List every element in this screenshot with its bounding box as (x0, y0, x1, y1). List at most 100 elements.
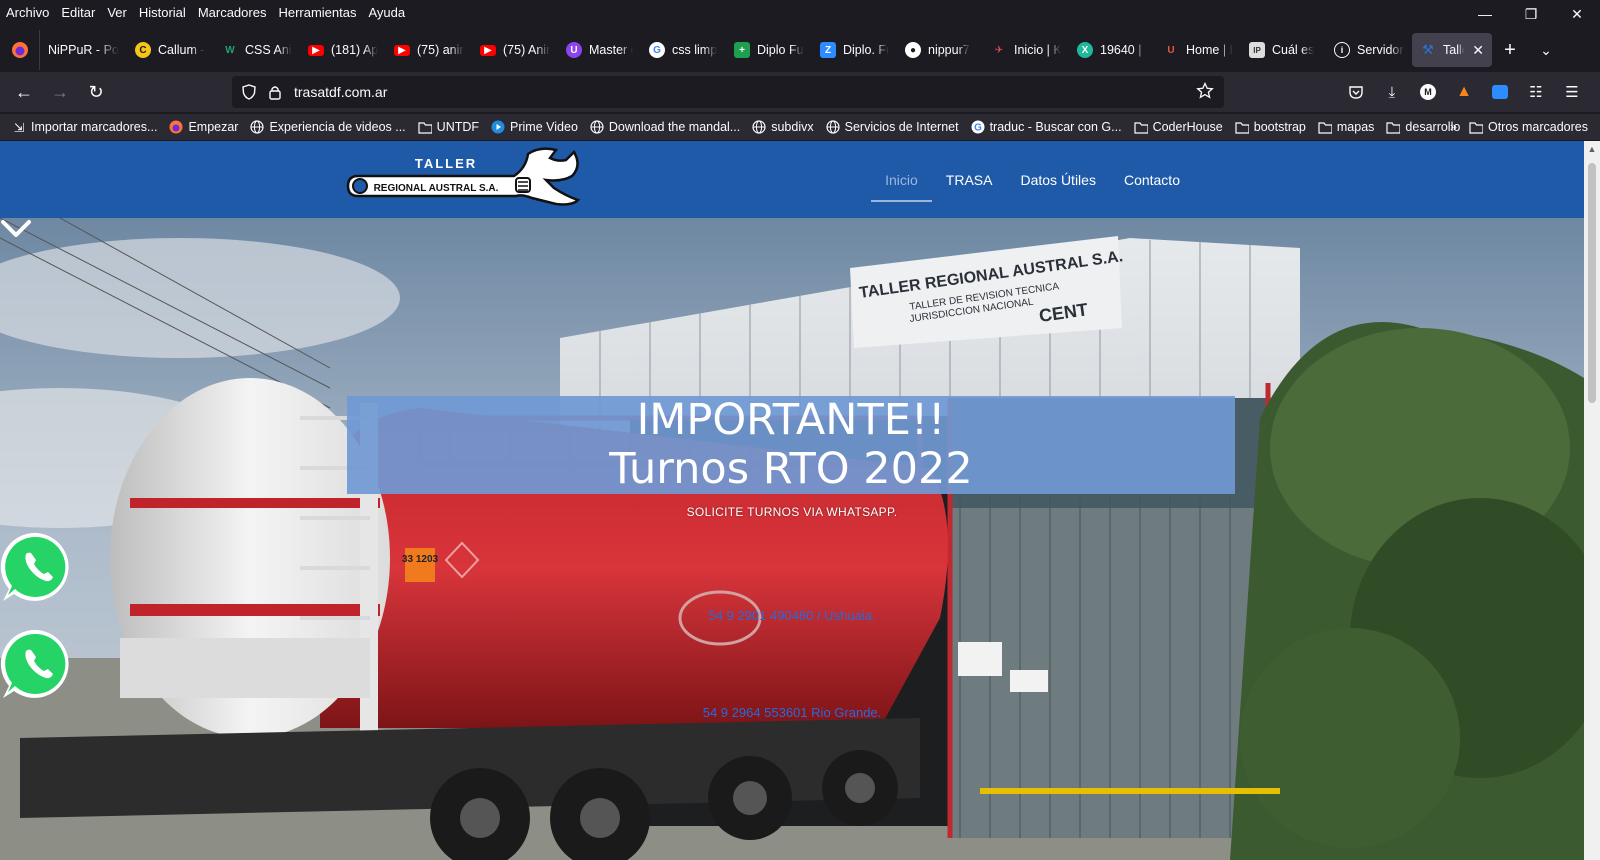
pocket-icon[interactable] (1338, 76, 1374, 108)
minimize-icon[interactable]: — (1462, 0, 1508, 28)
menu-herramientas[interactable]: Herramientas (272, 5, 362, 20)
nav-inicio[interactable]: Inicio (871, 141, 932, 218)
zoom-icon: Z (820, 42, 836, 58)
download-icon[interactable]: ⤓ (1374, 76, 1410, 108)
tab-home[interactable]: U Home | I (1155, 33, 1241, 67)
bookmark-otros[interactable]: Otros marcadores (1463, 120, 1594, 134)
video-extension-icon[interactable] (1482, 76, 1518, 108)
taller-logo[interactable]: TALLER REGIONAL AUSTRAL S.A. (346, 146, 586, 212)
folder-icon (1235, 120, 1249, 134)
tab-youtube-181[interactable]: ▶ (181) Ap (300, 33, 386, 67)
tab-github[interactable]: ● nippur7 (897, 33, 983, 67)
menu-marcadores[interactable]: Marcadores (192, 5, 273, 20)
tab-title: Diplo. Fu (843, 43, 889, 57)
bookmark-star-icon[interactable] (1196, 81, 1214, 103)
menu-ver[interactable]: Ver (101, 5, 133, 20)
tab-master[interactable]: U Master e (558, 33, 641, 67)
bookmark-subdivx[interactable]: subdivx (746, 120, 819, 134)
chevrons-right-icon[interactable]: » (1444, 120, 1463, 134)
page-scrollbar[interactable]: ▲ (1584, 141, 1600, 860)
youtube-icon: ▶ (480, 44, 496, 56)
bookmark-label: UNTDF (436, 120, 480, 134)
folder-icon (1318, 120, 1332, 134)
bookmark-servicios[interactable]: Servicios de Internet (820, 120, 965, 134)
bookmark-bootstrap[interactable]: bootstrap (1229, 120, 1312, 134)
bookmark-untdf[interactable]: UNTDF (412, 120, 485, 134)
reload-icon[interactable]: ↻ (78, 76, 114, 108)
tab-taller-active[interactable]: ⚒ Taller ✕ (1412, 33, 1492, 67)
extensions-icon[interactable]: ☷ (1518, 76, 1554, 108)
tab-title: 19640 | S (1100, 43, 1147, 57)
whatsapp-icon[interactable] (0, 627, 74, 701)
nav-datos-utiles[interactable]: Datos Útiles (1006, 141, 1109, 218)
bookmark-traduc[interactable]: Gtraduc - Buscar con G... (965, 120, 1128, 134)
bookmark-coderhouse[interactable]: CoderHouse (1128, 120, 1229, 134)
lock-icon[interactable] (262, 85, 288, 100)
firefox-view-icon[interactable] (0, 30, 40, 70)
scroll-up-icon[interactable]: ▲ (1584, 141, 1600, 157)
nav-contacto[interactable]: Contacto (1110, 141, 1194, 218)
tab-title: (181) Ap (331, 43, 378, 57)
close-window-icon[interactable]: ✕ (1554, 0, 1600, 28)
close-tab-icon[interactable]: ✕ (1472, 42, 1484, 59)
scrollbar-thumb[interactable] (1588, 163, 1596, 403)
url-text[interactable]: trasatdf.com.ar (294, 84, 387, 100)
tab-title: CSS Ani (245, 43, 292, 57)
bookmark-label: mapas (1336, 120, 1375, 134)
bookmark-label: Servicios de Internet (844, 120, 959, 134)
phone-link-ushuaia[interactable]: 54 9 2901 490480 / Ushuaia. (0, 608, 1584, 623)
restore-icon[interactable]: ❐ (1508, 0, 1554, 28)
chevron-down-icon[interactable] (0, 218, 32, 240)
logo-top-text: TALLER (415, 156, 477, 171)
menu-editar[interactable]: Editar (55, 5, 101, 20)
bookmarks-toolbar: ⇲ Importar marcadores... Empezar Experien… (0, 114, 1600, 140)
new-tab-icon[interactable]: + (1492, 33, 1528, 67)
import-icon: ⇲ (13, 120, 25, 135)
tab-nippur[interactable]: NiPPuR - Po (40, 33, 127, 67)
tab-servidor[interactable]: i Servidor (1326, 33, 1412, 67)
bookmark-label: Importar marcadores... (31, 120, 158, 134)
tab-title: Diplo Fu (757, 43, 804, 57)
tab-diplo-zoom[interactable]: Z Diplo. Fu (812, 33, 897, 67)
tab-diplo-sheets[interactable]: + Diplo Fu (726, 33, 812, 67)
metamask-icon[interactable]: ▲ (1446, 76, 1482, 108)
tab-css-ani[interactable]: W CSS Ani (214, 33, 300, 67)
tab-css-limp[interactable]: Gcss limp (641, 33, 726, 67)
bookmark-prime-video[interactable]: Prime Video (485, 120, 584, 134)
whatsapp-instruction: SOLICITE TURNOS VIA WHATSAPP. (686, 505, 898, 519)
bookmark-label: Experiencia de videos ... (269, 120, 406, 134)
tab-callum[interactable]: C Callum - (127, 33, 214, 67)
tab-cual-es[interactable]: IP Cuál es (1241, 33, 1326, 67)
tab-youtube-75b[interactable]: ▶ (75) Anir (472, 33, 558, 67)
phone-link-rio-grande[interactable]: 54 9 2964 553601 Rio Grande. (0, 705, 1584, 720)
prime-icon (491, 120, 505, 134)
nav-trasa[interactable]: TRASA (932, 141, 1007, 218)
tab-list-chevron-icon[interactable]: ⌄ (1528, 33, 1564, 67)
shield-icon[interactable] (236, 84, 262, 100)
whatsapp-icon[interactable] (0, 530, 74, 604)
back-arrow-icon[interactable]: ← (6, 76, 42, 108)
bookmark-mapas[interactable]: mapas (1312, 120, 1381, 134)
tab-inicio[interactable]: ✈ Inicio | K (983, 33, 1069, 67)
menu-ayuda[interactable]: Ayuda (362, 5, 411, 20)
tab-youtube-75a[interactable]: ▶ (75) anir (386, 33, 472, 67)
url-bar[interactable]: trasatdf.com.ar (232, 76, 1224, 108)
bookmark-download-mandal[interactable]: Download the mandal... (584, 120, 746, 134)
tab-title: Inicio | K (1014, 43, 1061, 57)
hero-section: TALLER REGIONAL AUSTRAL S.A. TALLER DE R… (0, 218, 1584, 860)
tab-strip: NiPPuR - Po C Callum - W CSS Ani ▶ (181) Ap… (0, 30, 1600, 70)
account-icon[interactable]: M (1410, 76, 1446, 108)
tab-19640[interactable]: X 19640 | S (1069, 33, 1155, 67)
inicio-icon: ✈ (994, 44, 1004, 56)
menu-archivo[interactable]: Archivo (0, 5, 55, 20)
globe-icon (590, 120, 604, 134)
menu-historial[interactable]: Historial (133, 5, 192, 20)
github-icon: ● (905, 42, 921, 58)
bookmark-importar[interactable]: ⇲ Importar marcadores... (0, 120, 163, 135)
bookmark-label: traduc - Buscar con G... (989, 120, 1122, 134)
hamburger-menu-icon[interactable]: ☰ (1554, 76, 1590, 108)
bookmark-label: subdivx (771, 120, 814, 134)
bookmark-empezar[interactable]: Empezar (163, 120, 244, 134)
bookmark-experiencia[interactable]: Experiencia de videos ... (244, 120, 411, 134)
forward-arrow-icon[interactable]: → (42, 76, 78, 108)
